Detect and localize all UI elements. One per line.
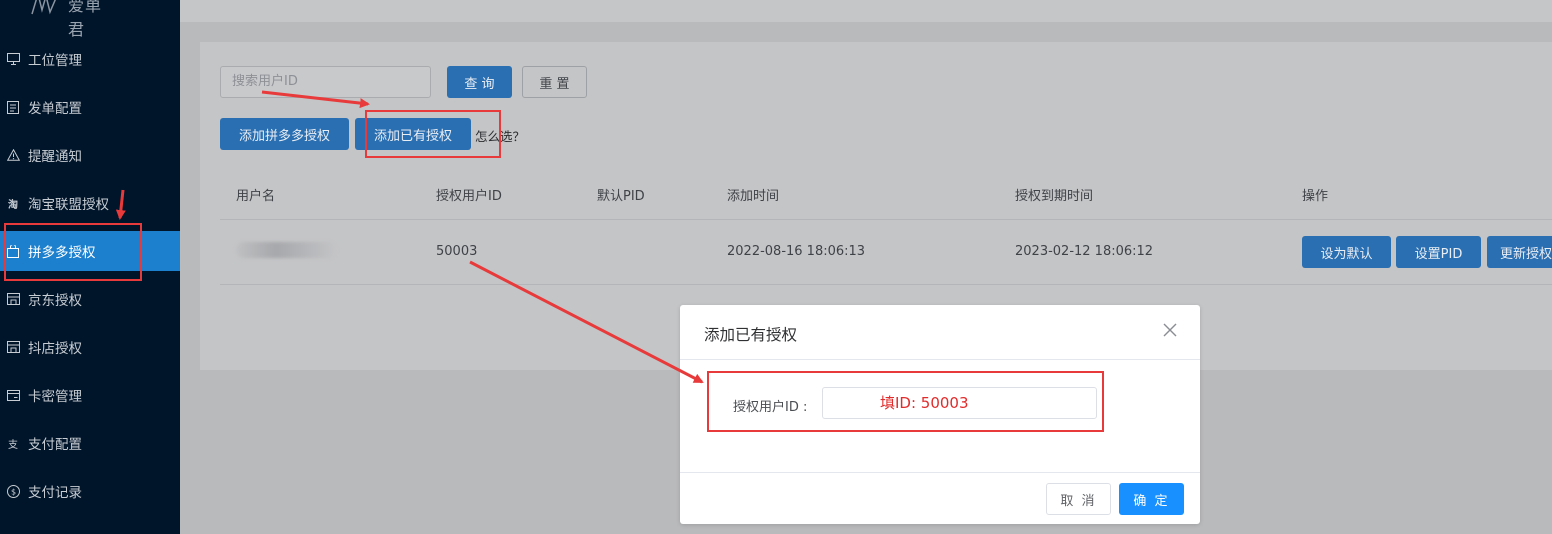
set-pid-button[interactable]: 设置PID xyxy=(1396,236,1481,268)
sidebar-item-label: 支付配置 xyxy=(28,437,82,453)
svg-text:$: $ xyxy=(10,487,15,496)
reset-button[interactable]: 重 置 xyxy=(522,66,587,98)
taobao-icon: 淘 xyxy=(8,199,18,211)
sidebar-item-workstation[interactable]: 工位管理 xyxy=(0,39,180,79)
update-auth-button[interactable]: 更新授权 xyxy=(1487,236,1552,268)
query-button[interactable]: 查 询 xyxy=(447,66,512,98)
column-header-actions: 操作 xyxy=(1302,189,1329,204)
top-header xyxy=(180,0,1552,22)
sidebar-item-order-config[interactable]: 发单配置 xyxy=(0,87,180,127)
annotation-box-dialog-field xyxy=(707,371,1104,432)
sidebar-item-label: 提醒通知 xyxy=(28,149,82,165)
logo: 爱单君 xyxy=(28,0,118,39)
sidebar-item-douyin-auth[interactable]: 抖店授权 xyxy=(0,327,180,367)
column-header-username: 用户名 xyxy=(236,189,276,204)
cell-expire-time: 2023-02-12 18:06:12 xyxy=(1015,244,1154,259)
sidebar-item-label: 支付记录 xyxy=(28,485,82,501)
sidebar-item-label: 工位管理 xyxy=(28,53,82,69)
column-header-pid: 默认PID xyxy=(597,189,645,204)
sidebar-item-label: 抖店授权 xyxy=(28,341,82,357)
table-divider xyxy=(220,284,1552,285)
username-redacted xyxy=(236,242,336,258)
annotation-box-sidebar xyxy=(4,223,142,281)
column-header-expire-time: 授权到期时间 xyxy=(1015,189,1094,204)
confirm-button[interactable]: 确 定 xyxy=(1119,483,1184,515)
store-icon xyxy=(6,292,20,306)
table-divider xyxy=(220,219,1552,220)
close-icon[interactable] xyxy=(1162,323,1178,339)
sidebar-item-label: 卡密管理 xyxy=(28,389,82,405)
sidebar-item-label: 京东授权 xyxy=(28,293,82,309)
dialog-footer-divider xyxy=(680,472,1200,473)
logo-icon xyxy=(31,0,56,15)
sidebar-item-label: 淘宝联盟授权 xyxy=(28,197,109,213)
sidebar-item-card-manage[interactable]: 卡密管理 xyxy=(0,375,180,415)
sidebar-item-taobao-auth[interactable]: 淘 淘宝联盟授权 xyxy=(0,183,180,223)
document-icon xyxy=(6,100,20,114)
search-input[interactable]: 搜索用户ID xyxy=(220,66,431,98)
sidebar-item-jd-auth[interactable]: 京东授权 xyxy=(0,279,180,319)
cell-user-id: 50003 xyxy=(436,244,478,259)
sidebar-item-reminder[interactable]: 提醒通知 xyxy=(0,135,180,175)
warning-icon xyxy=(6,148,20,162)
sidebar-item-payment-config[interactable]: 支 支付配置 xyxy=(0,423,180,463)
cancel-button[interactable]: 取 消 xyxy=(1046,483,1111,515)
annotation-box-add-existing xyxy=(365,110,501,158)
add-pdd-auth-button[interactable]: 添加拼多多授权 xyxy=(220,118,349,150)
card-icon xyxy=(6,388,20,402)
monitor-icon xyxy=(6,52,20,66)
column-header-added-time: 添加时间 xyxy=(727,189,780,204)
set-default-button[interactable]: 设为默认 xyxy=(1302,236,1391,268)
sidebar-item-label: 发单配置 xyxy=(28,101,82,117)
column-header-user-id: 授权用户ID xyxy=(436,189,502,204)
logo-text: 爱单君 xyxy=(68,0,103,39)
sidebar-item-payment-records[interactable]: $ 支付记录 xyxy=(0,471,180,511)
store-icon xyxy=(6,340,20,354)
dialog-header-divider xyxy=(680,359,1200,360)
cell-added-time: 2022-08-16 18:06:13 xyxy=(727,244,866,259)
dollar-icon: $ xyxy=(6,484,20,498)
dialog-title: 添加已有授权 xyxy=(704,326,798,344)
payment-icon: 支 xyxy=(8,439,18,451)
